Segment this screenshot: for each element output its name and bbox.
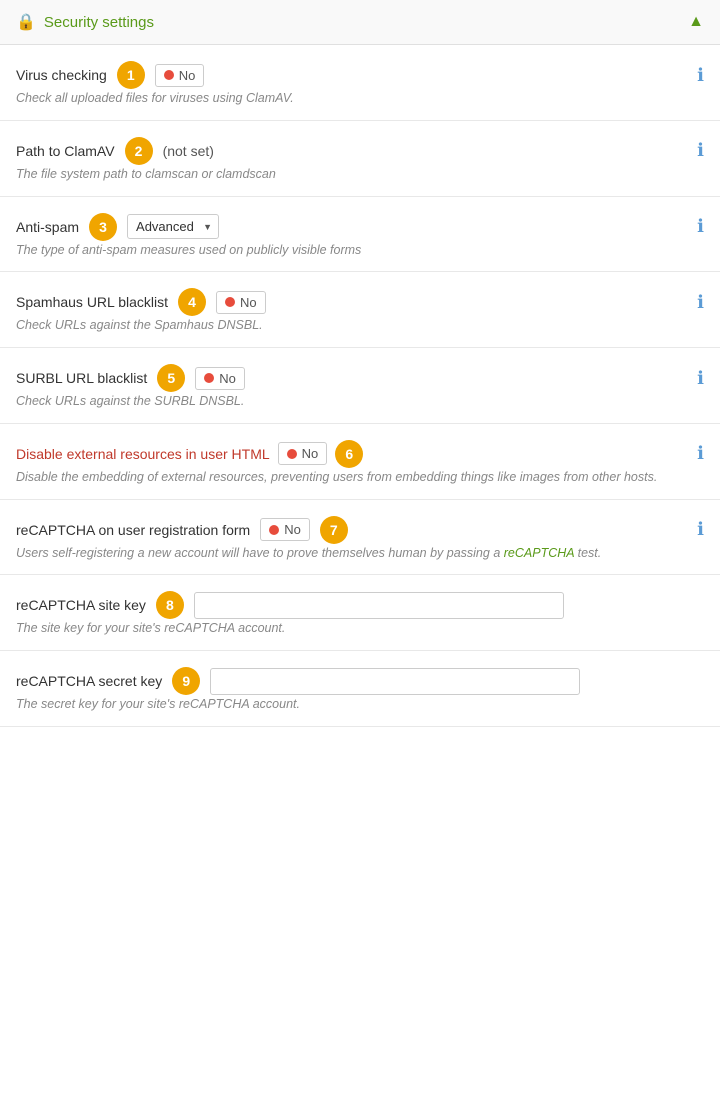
collapse-icon[interactable]: ▲ (688, 13, 704, 31)
setting-row-spamhaus: Spamhaus URL blacklist 4 No ℹ Check URLs… (0, 272, 720, 348)
virus-checking-toggle-label: No (179, 68, 196, 83)
step-badge-9: 9 (172, 667, 200, 695)
recaptcha-site-key-input[interactable] (194, 592, 564, 619)
surbl-description: Check URLs against the SURBL DNSBL. (16, 392, 704, 411)
recaptcha-site-key-description: The site key for your site's reCAPTCHA a… (16, 619, 704, 638)
toggle-dot (164, 70, 174, 80)
setting-row-disable-external: Disable external resources in user HTML … (0, 424, 720, 500)
path-clamav-label: Path to ClamAV (16, 143, 115, 159)
setting-row-recaptcha-secret-key: reCAPTCHA secret key 9 The secret key fo… (0, 651, 720, 727)
step-badge-5: 5 (157, 364, 185, 392)
recaptcha-reg-info-icon[interactable]: ℹ (697, 519, 704, 540)
anti-spam-dropdown-wrapper: None Basic Advanced (127, 214, 219, 239)
page-container: 🔒 Security settings ▲ Virus checking 1 N… (0, 0, 720, 1120)
toggle-dot-5 (204, 373, 214, 383)
spamhaus-toggle[interactable]: No (216, 291, 266, 314)
toggle-dot-6 (287, 449, 297, 459)
setting-row-surbl: SURBL URL blacklist 5 No ℹ Check URLs ag… (0, 348, 720, 424)
virus-checking-toggle[interactable]: No (155, 64, 205, 87)
recaptcha-secret-key-description: The secret key for your site's reCAPTCHA… (16, 695, 704, 714)
recaptcha-secret-key-label: reCAPTCHA secret key (16, 673, 162, 689)
recaptcha-site-key-label: reCAPTCHA site key (16, 597, 146, 613)
spamhaus-toggle-label: No (240, 295, 257, 310)
spamhaus-label: Spamhaus URL blacklist (16, 294, 168, 310)
anti-spam-info-icon[interactable]: ℹ (697, 216, 704, 237)
section-header: 🔒 Security settings ▲ (0, 0, 720, 45)
lock-icon: 🔒 (16, 12, 36, 32)
recaptcha-secret-key-input[interactable] (210, 668, 580, 695)
virus-checking-info-icon[interactable]: ℹ (697, 65, 704, 86)
recaptcha-reg-toggle[interactable]: No (260, 518, 310, 541)
toggle-dot-7 (269, 525, 279, 535)
disable-external-toggle-label: No (302, 446, 319, 461)
setting-row-anti-spam: Anti-spam 3 None Basic Advanced ℹ The ty… (0, 197, 720, 273)
setting-row-virus-checking: Virus checking 1 No ℹ Check all uploaded… (0, 45, 720, 121)
step-badge-2: 2 (125, 137, 153, 165)
recaptcha-link[interactable]: reCAPTCHA (504, 546, 574, 560)
virus-checking-description: Check all uploaded files for viruses usi… (16, 89, 704, 108)
path-clamav-value: (not set) (163, 143, 214, 159)
step-badge-1: 1 (117, 61, 145, 89)
anti-spam-description: The type of anti-spam measures used on p… (16, 241, 704, 260)
disable-external-description: Disable the embedding of external resour… (16, 468, 704, 487)
spamhaus-description: Check URLs against the Spamhaus DNSBL. (16, 316, 704, 335)
disable-external-info-icon[interactable]: ℹ (697, 443, 704, 464)
setting-row-recaptcha-site-key: reCAPTCHA site key 8 The site key for yo… (0, 575, 720, 651)
step-badge-8: 8 (156, 591, 184, 619)
toggle-dot-4 (225, 297, 235, 307)
surbl-toggle-label: No (219, 371, 236, 386)
recaptcha-reg-label: reCAPTCHA on user registration form (16, 522, 250, 538)
setting-row-recaptcha-reg: reCAPTCHA on user registration form No 7… (0, 500, 720, 576)
disable-external-label: Disable external resources in user HTML (16, 446, 270, 462)
step-badge-7: 7 (320, 516, 348, 544)
step-badge-3: 3 (89, 213, 117, 241)
section-title-text: Security settings (44, 14, 154, 31)
anti-spam-dropdown[interactable]: None Basic Advanced (127, 214, 219, 239)
surbl-toggle[interactable]: No (195, 367, 245, 390)
setting-row-path-clamav: Path to ClamAV 2 (not set) ℹ The file sy… (0, 121, 720, 197)
path-clamav-description: The file system path to clamscan or clam… (16, 165, 704, 184)
surbl-info-icon[interactable]: ℹ (697, 368, 704, 389)
step-badge-4: 4 (178, 288, 206, 316)
step-badge-6: 6 (335, 440, 363, 468)
path-clamav-info-icon[interactable]: ℹ (697, 140, 704, 161)
disable-external-toggle[interactable]: No (278, 442, 328, 465)
surbl-label: SURBL URL blacklist (16, 370, 147, 386)
virus-checking-label: Virus checking (16, 67, 107, 83)
section-title: 🔒 Security settings (16, 12, 154, 32)
recaptcha-reg-toggle-label: No (284, 522, 301, 537)
recaptcha-reg-description: Users self-registering a new account wil… (16, 544, 704, 563)
spamhaus-info-icon[interactable]: ℹ (697, 292, 704, 313)
anti-spam-label: Anti-spam (16, 219, 79, 235)
